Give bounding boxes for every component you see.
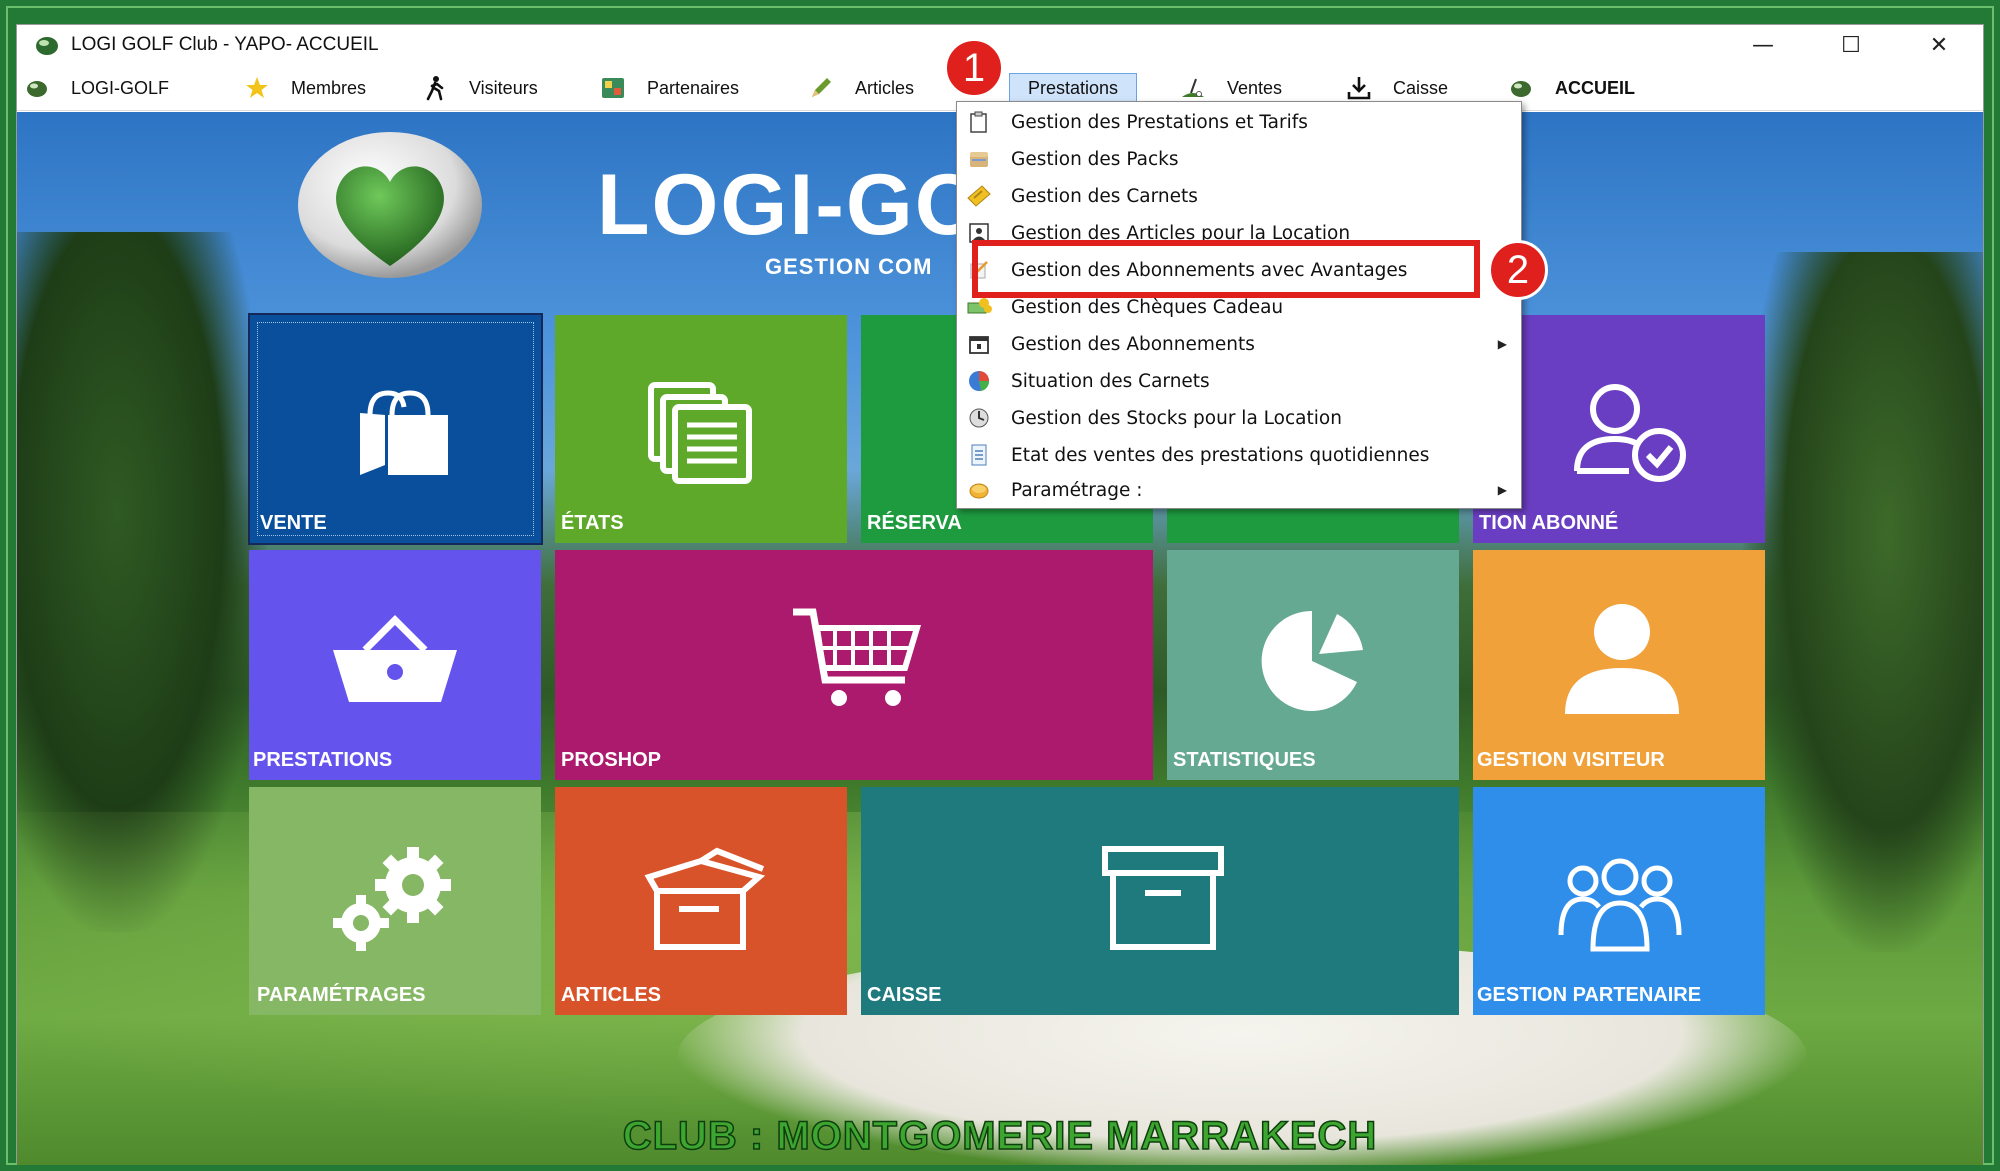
walking-person-icon — [421, 74, 449, 102]
archive-box-icon — [1093, 843, 1233, 953]
ticket-icon — [965, 182, 993, 210]
dd-situation-carnets[interactable]: Situation des Carnets — [957, 363, 1521, 399]
tile-label: ÉTATS — [561, 512, 624, 534]
dd-gestion-stocks-location[interactable]: Gestion des Stocks pour la Location — [957, 400, 1521, 436]
open-box-icon — [639, 847, 769, 957]
tile-label: RÉSERVA — [867, 512, 962, 534]
settings-coin-icon — [965, 476, 993, 504]
submenu-arrow-icon: ▶ — [1497, 483, 1507, 497]
menu-partenaires[interactable]: Partenaires — [599, 71, 739, 105]
minimize-button[interactable]: — — [1719, 25, 1807, 65]
group-icon — [1555, 845, 1685, 955]
dd-gestion-prestations-tarifs[interactable]: Gestion des Prestations et Tarifs — [957, 104, 1521, 140]
tile-articles[interactable]: ARTICLES — [555, 787, 847, 1015]
shopping-bag-icon — [330, 385, 460, 485]
brand-subtitle: GESTION COM — [765, 254, 933, 279]
tile-vente[interactable]: VENTE — [248, 313, 543, 545]
golf-ball-icon — [23, 74, 51, 102]
user-check-icon — [1563, 375, 1693, 485]
stock-icon — [965, 404, 993, 432]
maximize-button[interactable]: ☐ — [1807, 25, 1895, 65]
tile-parametrages[interactable]: PARAMÉTRAGES — [249, 787, 541, 1015]
step-2-callout: 2 — [1488, 240, 1548, 300]
dd-gestion-abonnements[interactable]: Gestion des Abonnements ▶ — [957, 326, 1521, 362]
golf-ball-icon — [1507, 74, 1535, 102]
submenu-arrow-icon: ▶ — [1497, 337, 1507, 351]
user-icon — [1557, 598, 1687, 718]
tile-label: ARTICLES — [561, 984, 661, 1006]
menu-accueil[interactable]: ACCUEIL — [1507, 71, 1635, 105]
tile-gestion-partenaire[interactable]: GESTION PARTENAIRE — [1473, 787, 1765, 1015]
golf-ball-icon — [36, 37, 58, 55]
tile-proshop[interactable]: PROSHOP — [555, 550, 1153, 780]
tile-label: VENTE — [260, 512, 327, 534]
pencil-icon — [807, 74, 835, 102]
window-controls: — ☐ ✕ — [1719, 25, 1983, 65]
prestations-dropdown: Gestion des Prestations et Tarifs Gestio… — [956, 101, 1522, 509]
dd-gestion-carnets[interactable]: Gestion des Carnets — [957, 178, 1521, 214]
document-icon — [965, 441, 993, 469]
tile-label: PROSHOP — [561, 749, 662, 771]
tile-gestion-visiteur[interactable]: GESTION VISITEUR — [1473, 550, 1765, 780]
window-title: LOGI GOLF Club - YAPO- ACCUEIL — [71, 34, 379, 55]
tile-label: TION ABONNÉ — [1479, 512, 1619, 534]
basket-icon — [325, 610, 465, 710]
partners-icon — [599, 74, 627, 102]
menu-articles[interactable]: Articles — [807, 71, 914, 105]
golf-club-icon — [1179, 74, 1207, 102]
tile-etats[interactable]: ÉTATS — [555, 315, 847, 543]
tile-label: CAISSE — [867, 984, 942, 1006]
close-button[interactable]: ✕ — [1895, 25, 1983, 65]
tile-caisse[interactable]: CAISSE — [861, 787, 1459, 1015]
menu-logi-golf[interactable]: LOGI-GOLF — [23, 71, 169, 105]
menu-visiteurs[interactable]: Visiteurs — [421, 71, 538, 105]
club-name: CLUB : MONTGOMERIE MARRAKECH — [622, 1113, 1378, 1159]
tile-label: STATISTIQUES — [1173, 749, 1316, 771]
tile-prestations[interactable]: PRESTATIONS — [249, 550, 541, 780]
tile-label: PRESTATIONS — [253, 749, 393, 771]
dd-parametrage[interactable]: Paramétrage : ▶ — [957, 472, 1521, 508]
star-icon — [243, 74, 271, 102]
tile-label: GESTION PARTENAIRE — [1477, 984, 1702, 1006]
menu-ventes[interactable]: Ventes — [1179, 71, 1282, 105]
tile-label: PARAMÉTRAGES — [257, 984, 426, 1006]
gears-icon — [327, 845, 467, 955]
tile-statistiques[interactable]: STATISTIQUES — [1167, 550, 1459, 780]
download-icon — [1345, 74, 1373, 102]
pie-chart-icon — [965, 367, 993, 395]
clipboard-icon — [965, 108, 993, 136]
pack-icon — [965, 145, 993, 173]
menu-caisse[interactable]: Caisse — [1345, 71, 1448, 105]
golf-heart-logo — [298, 132, 482, 278]
pie-chart-icon — [1249, 606, 1379, 716]
brand-title: LOGI-GO — [597, 157, 984, 253]
documents-icon — [641, 375, 761, 485]
calendar-icon — [965, 330, 993, 358]
dd-etat-ventes-quotidiennes[interactable]: Etat des ventes des prestations quotidie… — [957, 437, 1521, 473]
shopping-cart-icon — [787, 602, 927, 712]
menu-prestations[interactable]: Prestations — [1009, 71, 1138, 105]
highlight-box — [972, 240, 1480, 298]
dd-gestion-packs[interactable]: Gestion des Packs — [957, 141, 1521, 177]
menu-membres[interactable]: Membres — [243, 71, 366, 105]
tile-label: GESTION VISITEUR — [1477, 749, 1665, 771]
step-1-callout: 1 — [944, 38, 1004, 98]
